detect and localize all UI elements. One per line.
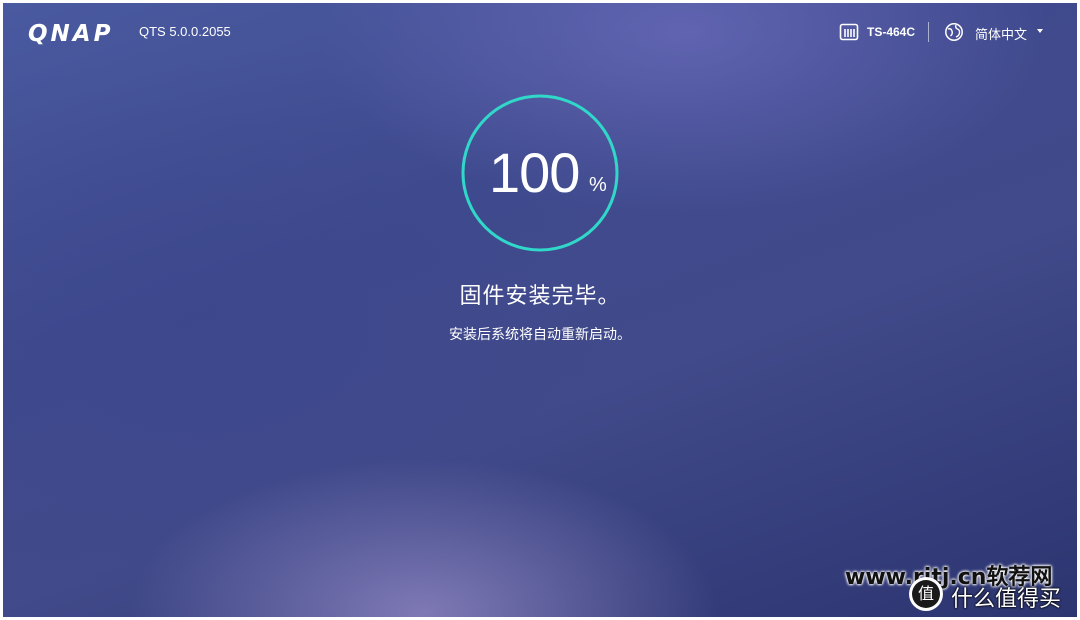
device-name: TS-464C — [867, 25, 916, 39]
os-version: QTS 5.0.0.2055 — [139, 24, 231, 39]
firmware-update-screen: QNAP QTS 5.0.0.2055 TS-464C 简体中文 100 % 固… — [3, 3, 1077, 617]
status-subtitle: 安装后系统将自动重新启动。 — [449, 327, 631, 343]
watermark-badge-label: 值 — [912, 580, 940, 608]
watermark-text: 什么值得买 — [951, 587, 1062, 612]
watermark-badge: 值 — [909, 577, 943, 611]
progress-percent-value: 100 — [489, 141, 580, 204]
top-bar: QNAP QTS 5.0.0.2055 TS-464C 简体中文 — [3, 3, 1077, 63]
caret-down-icon[interactable] — [1037, 29, 1043, 33]
globe-icon[interactable] — [944, 22, 964, 42]
header-divider — [928, 22, 929, 42]
progress-percent-unit: % — [589, 174, 607, 196]
status-title: 固件安装完毕。 — [459, 284, 621, 309]
qnap-logo: QNAP — [28, 21, 114, 47]
nas-device-icon — [839, 23, 859, 41]
language-selector[interactable]: 简体中文 — [975, 24, 1027, 43]
